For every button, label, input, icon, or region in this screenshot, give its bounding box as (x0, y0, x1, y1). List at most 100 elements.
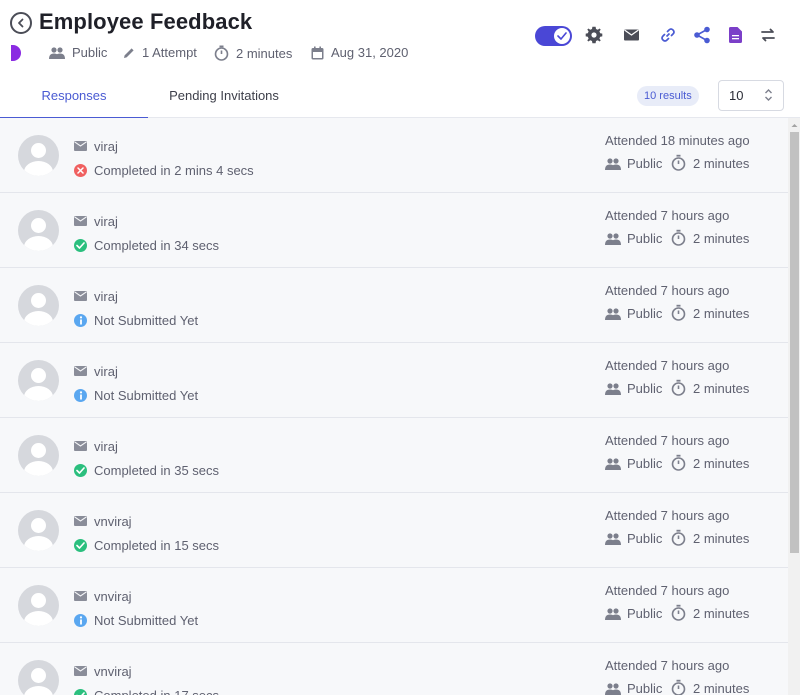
stopwatch-icon (671, 679, 686, 695)
visibility-label: Public (627, 606, 663, 621)
mail-icon (74, 366, 87, 376)
stopwatch-icon (671, 379, 686, 396)
visibility-label: Public (627, 381, 663, 396)
attended-time: Attended 7 hours ago (605, 508, 730, 523)
back-icon[interactable] (10, 12, 32, 34)
list-item[interactable]: viraj Completed in 35 secs Attended 7 hour… (0, 418, 788, 493)
calendar-icon (311, 46, 324, 59)
mail-icon (74, 441, 87, 451)
scroll-up-arrow-icon[interactable] (790, 120, 799, 130)
meta-duration: 2 minutes (214, 45, 292, 61)
duration-label: 2 minutes (693, 156, 750, 171)
visibility-label: Public (627, 531, 663, 546)
respondent-name: viraj (94, 364, 118, 379)
meta-attempts: 1 Attempt (123, 45, 197, 60)
list-item[interactable]: viraj Not Submitted Yet Attended 7 hours a… (0, 343, 788, 418)
respondent-name: viraj (94, 439, 118, 454)
mail-icon (74, 291, 87, 301)
meta-attempts-label: 1 Attempt (142, 45, 197, 60)
tab-responses[interactable]: Responses (0, 72, 148, 119)
link-icon[interactable] (658, 25, 678, 45)
duration-label: 2 minutes (693, 606, 750, 621)
status-indicator (11, 45, 21, 61)
list-item[interactable]: vnviraj Completed in 17 secs Attended 7 ho… (0, 643, 788, 695)
attended-time: Attended 7 hours ago (605, 208, 730, 223)
share-icon[interactable] (692, 25, 712, 45)
users-icon (49, 46, 65, 59)
duration-label: 2 minutes (693, 681, 750, 695)
mail-icon (74, 516, 87, 526)
list-item[interactable]: viraj Not Submitted Yet Attended 7 hours a… (0, 268, 788, 343)
info-circle-icon (74, 389, 87, 402)
visibility-label: Public (627, 456, 663, 471)
scrollbar-thumb[interactable] (790, 132, 799, 553)
visibility-label: Public (627, 231, 663, 246)
users-icon (605, 608, 621, 620)
users-icon (605, 308, 621, 320)
duration-label: 2 minutes (693, 306, 750, 321)
x-circle-icon (74, 164, 87, 177)
duration-label: 2 minutes (693, 531, 750, 546)
mail-icon (74, 591, 87, 601)
publish-toggle[interactable] (535, 26, 572, 46)
mail-icon[interactable] (621, 25, 641, 45)
check-circle-icon (74, 689, 87, 695)
avatar (18, 360, 59, 401)
status-text: Not Submitted Yet (94, 613, 199, 628)
users-icon (605, 158, 621, 170)
check-circle-icon (74, 539, 87, 552)
meta-duration-label: 2 minutes (236, 45, 293, 61)
respondent-name: viraj (94, 139, 118, 154)
swap-icon[interactable] (758, 25, 778, 45)
check-circle-icon (74, 239, 87, 252)
check-icon (554, 28, 570, 44)
document-icon[interactable] (725, 25, 745, 45)
duration-label: 2 minutes (693, 231, 750, 246)
status-text: Not Submitted Yet (94, 388, 199, 403)
visibility-label: Public (627, 681, 663, 695)
stopwatch-icon (671, 454, 686, 471)
users-icon (605, 383, 621, 395)
list-item[interactable]: vnviraj Not Submitted Yet Attended 7 hours… (0, 568, 788, 643)
visibility-label: Public (627, 306, 663, 321)
list-item[interactable]: vnviraj Completed in 15 secs Attended 7 ho… (0, 493, 788, 568)
attended-time: Attended 7 hours ago (605, 583, 730, 598)
avatar (18, 585, 59, 626)
attended-time: Attended 7 hours ago (605, 283, 730, 298)
attended-time: Attended 7 hours ago (605, 358, 730, 373)
list-item[interactable]: viraj Completed in 2 mins 4 secs Attended … (0, 118, 788, 193)
status-text: Completed in 2 mins 4 secs (94, 163, 254, 178)
list-item[interactable]: viraj Completed in 34 secs Attended 7 hour… (0, 193, 788, 268)
stopwatch-icon (671, 529, 686, 546)
respondent-name: viraj (94, 289, 118, 304)
attended-time: Attended 7 hours ago (605, 658, 730, 673)
respondent-name: vnviraj (94, 664, 132, 679)
header-toolbar (535, 22, 572, 50)
tab-pending-invitations[interactable]: Pending Invitations (148, 72, 300, 118)
meta-visibility-label: Public (72, 45, 108, 60)
info-circle-icon (74, 314, 87, 327)
respondent-name: vnviraj (94, 589, 132, 604)
users-icon (605, 458, 621, 470)
stopwatch-icon (671, 604, 686, 621)
users-icon (605, 533, 621, 545)
visibility-label: Public (627, 156, 663, 171)
mail-icon (74, 216, 87, 226)
results-badge: 10 results (637, 86, 699, 106)
check-circle-icon (74, 464, 87, 477)
respondent-name: vnviraj (94, 514, 132, 529)
duration-label: 2 minutes (693, 456, 750, 471)
meta-date: Aug 31, 2020 (311, 45, 408, 60)
stopwatch-icon (214, 45, 229, 61)
avatar (18, 510, 59, 551)
gear-icon[interactable] (584, 25, 604, 45)
avatar (18, 210, 59, 251)
info-circle-icon (74, 614, 87, 627)
avatar (18, 135, 59, 176)
page-size-select[interactable]: 10 (718, 80, 784, 111)
tabs-bar: Responses Pending Invitations 10 results (0, 72, 800, 119)
avatar (18, 285, 59, 326)
chevron-updown-icon (765, 89, 772, 101)
respondent-name: viraj (94, 214, 118, 229)
users-icon (605, 233, 621, 245)
